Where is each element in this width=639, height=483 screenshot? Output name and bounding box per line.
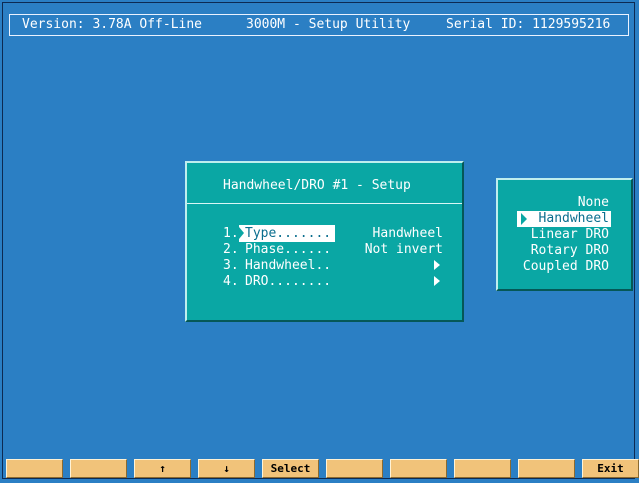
- title-bar: Version: 3.78A Off-Line 3000M - Setup Ut…: [9, 14, 629, 36]
- select-button[interactable]: Select: [262, 459, 319, 478]
- panel-divider: [187, 203, 462, 204]
- menu-item-number: 2.: [223, 242, 239, 257]
- menu-item-value: Not invert: [364, 242, 443, 257]
- version-text: Version: 3.78A Off-Line: [22, 17, 203, 32]
- menu-item-number: 1.: [223, 226, 239, 241]
- menu-item-phase[interactable]: 2. Phase...... Not invert: [223, 242, 443, 258]
- panel-title: Handwheel/DRO #1 - Setup: [223, 178, 411, 193]
- menu-item-value: Handwheel: [372, 226, 443, 241]
- function-key-2[interactable]: [70, 459, 127, 478]
- menu-item-type[interactable]: 1. Type....... Handwheel: [223, 225, 443, 242]
- option-rotary-dro[interactable]: Rotary DRO: [531, 243, 609, 259]
- exit-button[interactable]: Exit: [582, 459, 639, 478]
- function-key-bar: ↑ ↓ Select Exit: [6, 459, 639, 478]
- menu-item-dro[interactable]: 4. DRO........: [223, 274, 443, 290]
- menu-item-number: 4.: [223, 274, 239, 289]
- option-coupled-dro[interactable]: Coupled DRO: [523, 259, 609, 275]
- menu-item-number: 3.: [223, 258, 239, 273]
- type-options-list: None Handwheel Linear DRO Rotary DRO Cou…: [496, 178, 633, 291]
- menu-item-handwheel[interactable]: 3. Handwheel..: [223, 258, 443, 274]
- function-key-8[interactable]: [454, 459, 511, 478]
- down-arrow-button[interactable]: ↓: [198, 459, 255, 478]
- function-key-7[interactable]: [390, 459, 447, 478]
- option-linear-dro[interactable]: Linear DRO: [531, 227, 609, 243]
- setup-panel: Handwheel/DRO #1 - Setup 1. Type....... …: [185, 161, 464, 322]
- option-handwheel[interactable]: Handwheel: [516, 211, 611, 227]
- serial-id-text: Serial ID: 1129595216: [446, 17, 611, 32]
- function-key-1[interactable]: [6, 459, 63, 478]
- menu-item-label: Type.......: [239, 225, 336, 242]
- function-key-6[interactable]: [326, 459, 383, 478]
- up-arrow-button[interactable]: ↑: [134, 459, 191, 478]
- function-key-9[interactable]: [518, 459, 575, 478]
- option-none[interactable]: None: [578, 195, 609, 211]
- app-title: 3000M - Setup Utility: [246, 17, 411, 32]
- menu-item-label: Phase......: [245, 242, 332, 257]
- submenu-arrow-icon: [434, 276, 440, 286]
- menu-item-label: DRO........: [245, 274, 332, 289]
- menu-item-label: Handwheel..: [245, 258, 332, 273]
- submenu-arrow-icon: [434, 260, 440, 270]
